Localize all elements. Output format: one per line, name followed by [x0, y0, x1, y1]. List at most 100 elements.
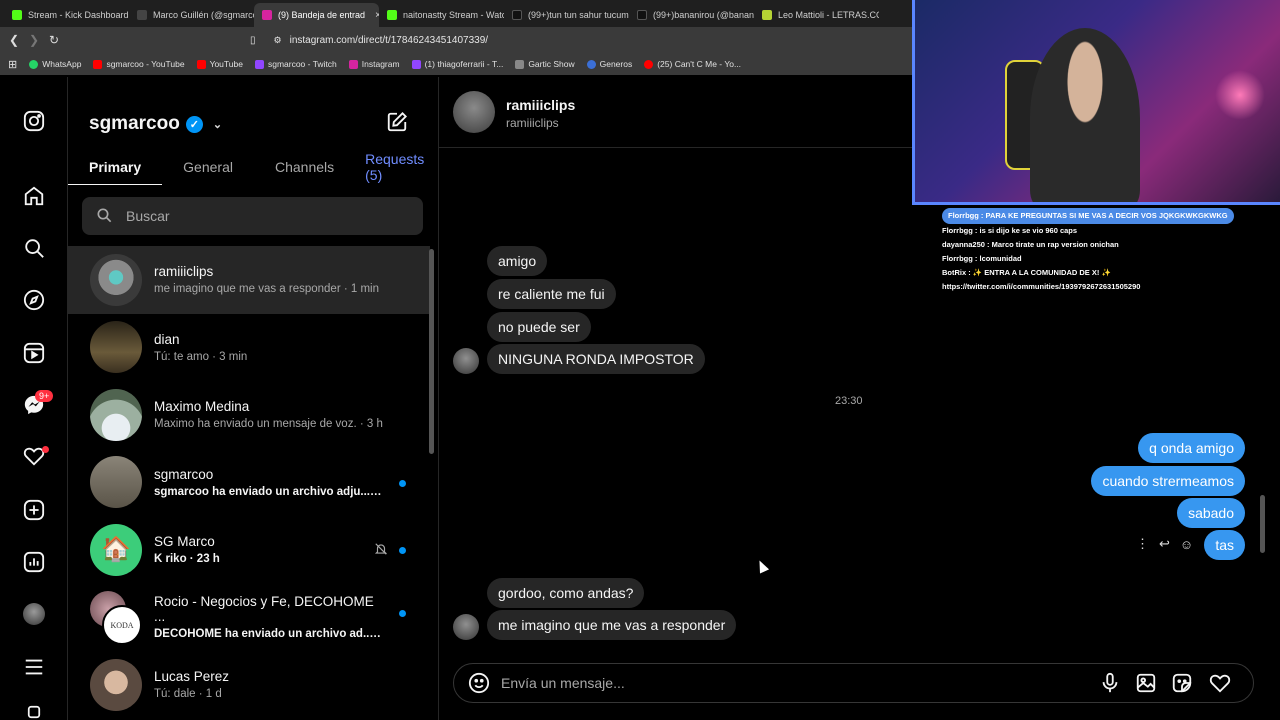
sender-avatar[interactable]: [453, 348, 479, 374]
heart-like-icon[interactable]: [1209, 672, 1231, 699]
bookmark-item[interactable]: Gartic Show: [515, 59, 575, 69]
microphone-icon[interactable]: [1099, 672, 1121, 699]
bookmark-item[interactable]: (25) Can't C Me - Yo...: [644, 59, 741, 69]
message-bubble-incoming[interactable]: gordoo, como andas?: [487, 578, 645, 608]
messages-badge: 9+: [35, 390, 54, 402]
more-square-icon[interactable]: [22, 705, 46, 719]
bookmark-item[interactable]: WhatsApp: [29, 59, 81, 69]
conversation-item[interactable]: ramiiiclips me imagino que me vas a respo…: [68, 246, 430, 314]
dashboard-chart-icon[interactable]: [22, 550, 46, 574]
conversation-preview: Maximo ha enviado un mensaje de voz. · 3…: [154, 418, 383, 431]
group-avatar: KODA: [90, 591, 142, 646]
conversation-item[interactable]: sgmarcoo sgmarcoo ha enviado un archivo a…: [68, 449, 430, 517]
menu-hamburger-icon[interactable]: [22, 655, 46, 679]
conversation-item[interactable]: Maximo Medina Maximo ha enviado un mensaj…: [68, 381, 430, 449]
sticker-icon[interactable]: [1171, 672, 1193, 699]
message-actions: ⋮ ↩ ☺: [1136, 536, 1193, 552]
url-field[interactable]: ▯ ⚙ instagram.com/direct/t/1784624345140…: [250, 30, 920, 50]
tab-requests[interactable]: Requests (5): [355, 149, 438, 185]
reload-icon[interactable]: ↻: [44, 33, 64, 47]
conversation-name: SG Marco: [154, 534, 215, 550]
avatar: [90, 456, 142, 509]
profile-avatar[interactable]: [22, 602, 46, 626]
bookmark-item[interactable]: sgmarcoo - YouTube: [93, 59, 185, 69]
browser-tab[interactable]: Stream - Kick Dashboard: [4, 3, 129, 27]
browser-tab-active[interactable]: (9) Bandeja de entrad ×: [254, 3, 379, 27]
message-bubble-incoming[interactable]: NINGUNA RONDA IMPOSTOR: [487, 344, 705, 374]
emoji-icon[interactable]: [468, 672, 490, 699]
stream-chat-line: BotRix : ✨ ENTRA A LA COMUNIDAD DE X! ✨: [942, 268, 1111, 277]
bookmark-item[interactable]: (1) thiagoferrarii - T...: [411, 59, 503, 69]
conversation-preview: K riko · 23 h: [154, 553, 220, 566]
apps-grid-icon[interactable]: ⊞: [8, 58, 17, 71]
conversation-preview: sgmarcoo ha enviado un archivo adju... ·…: [154, 485, 384, 498]
tab-primary[interactable]: Primary: [68, 149, 163, 185]
back-icon[interactable]: ❮: [4, 33, 24, 47]
more-options-icon[interactable]: ⋮: [1136, 536, 1149, 552]
stream-chat-line: Florrbgg : PARA KE PREGUNTAS SI ME VAS A…: [942, 208, 1262, 224]
bookmark-item[interactable]: Generos: [586, 59, 632, 69]
message-bubble-outgoing[interactable]: q onda amigo: [1138, 433, 1245, 463]
chat-scrollbar[interactable]: [1260, 495, 1265, 553]
browser-tab[interactable]: (99+)tun tun sahur tucum: [504, 3, 629, 27]
message-bubble-incoming[interactable]: me imagino que me vas a responder: [487, 610, 737, 640]
bookmark-item[interactable]: YouTube: [196, 59, 243, 69]
bookmark-item[interactable]: sgmarcoo - Twitch: [254, 59, 337, 69]
browser-tab[interactable]: (99+)bananirou (@banani: [629, 3, 754, 27]
search-placeholder: Buscar: [126, 208, 170, 224]
tab-general[interactable]: General: [162, 149, 254, 185]
reply-icon[interactable]: ↩: [1159, 536, 1170, 552]
reels-icon[interactable]: [22, 341, 46, 365]
inbox-scrollbar[interactable]: [429, 249, 434, 454]
tab-channels[interactable]: Channels: [254, 149, 355, 185]
sender-avatar[interactable]: [453, 614, 479, 640]
bookmark-item[interactable]: Instagram: [348, 59, 400, 69]
conversation-name: sgmarcoo: [154, 466, 214, 482]
unread-dot: [399, 547, 406, 554]
conversation-preview: me imagino que me vas a responder · 1 mi…: [154, 283, 379, 296]
home-icon[interactable]: [22, 184, 46, 208]
inbox-tabs: Primary General Channels Requests (5): [68, 149, 438, 185]
browser-tab[interactable]: naitonastty Stream - Watc: [379, 3, 504, 27]
image-gallery-icon[interactable]: [1135, 672, 1157, 699]
message-bubble-outgoing[interactable]: sabado: [1177, 498, 1245, 528]
message-composer[interactable]: Envía un mensaje...: [453, 663, 1254, 703]
notification-dot: [42, 446, 49, 453]
conversation-name: Lucas Perez: [154, 669, 230, 685]
tab-favicon: [637, 10, 647, 20]
message-bubble-incoming[interactable]: no puede ser: [487, 312, 591, 342]
create-plus-icon[interactable]: [22, 498, 46, 522]
react-emoji-icon[interactable]: ☺: [1180, 537, 1193, 552]
new-message-icon[interactable]: [386, 111, 408, 138]
chat-name[interactable]: ramiiiclips: [506, 97, 575, 113]
conversation-item[interactable]: 🏠 SG Marco K riko · 23 h: [68, 516, 430, 584]
forward-icon[interactable]: ❯: [24, 33, 44, 47]
bookmark-favicon: [644, 59, 654, 69]
instagram-logo-icon[interactable]: [22, 109, 46, 133]
bookmark-favicon: [254, 59, 264, 69]
search-input[interactable]: Buscar: [82, 197, 423, 235]
search-icon[interactable]: [22, 236, 46, 260]
browser-tab[interactable]: Leo Mattioli - LETRAS.COM: [754, 3, 879, 27]
account-switcher[interactable]: sgmarcoo ✓ ⌄: [89, 113, 222, 135]
message-bubble-incoming[interactable]: re caliente me fui: [487, 279, 616, 309]
account-name: sgmarcoo: [89, 113, 180, 134]
conversation-item[interactable]: KODA Rocio - Negocios y Fe, DECOHOME ...…: [68, 584, 430, 652]
stream-chat-line: Florrbgg : is si dijo ke se vio 960 caps: [942, 226, 1078, 235]
conversation-preview: Tú: te amo · 3 min: [154, 350, 248, 363]
message-bubble-outgoing[interactable]: cuando strermeamos: [1091, 466, 1245, 496]
site-info-icon[interactable]: ⚙: [274, 35, 282, 46]
bookmark-star-icon[interactable]: ▯: [250, 35, 256, 46]
muted-bell-icon: [374, 542, 388, 561]
message-input[interactable]: Envía un mensaje...: [501, 675, 625, 691]
conversation-name: Rocio - Negocios y Fe, DECOHOME ...: [154, 594, 374, 625]
browser-tab[interactable]: Marco Guillén (@sgmarco: [129, 3, 254, 27]
conversation-item[interactable]: dian Tú: te amo · 3 min: [68, 314, 430, 382]
explore-compass-icon[interactable]: [22, 288, 46, 312]
conversation-item[interactable]: Lucas Perez Tú: dale · 1 d: [68, 651, 430, 719]
message-bubble-outgoing[interactable]: tas: [1204, 530, 1245, 560]
chat-avatar[interactable]: [453, 91, 495, 133]
message-bubble-incoming[interactable]: amigo: [487, 246, 548, 276]
conversation-name: ramiiiclips: [154, 264, 214, 280]
stream-chat-line: https://twitter.com/i/communities/193979…: [942, 282, 1141, 291]
